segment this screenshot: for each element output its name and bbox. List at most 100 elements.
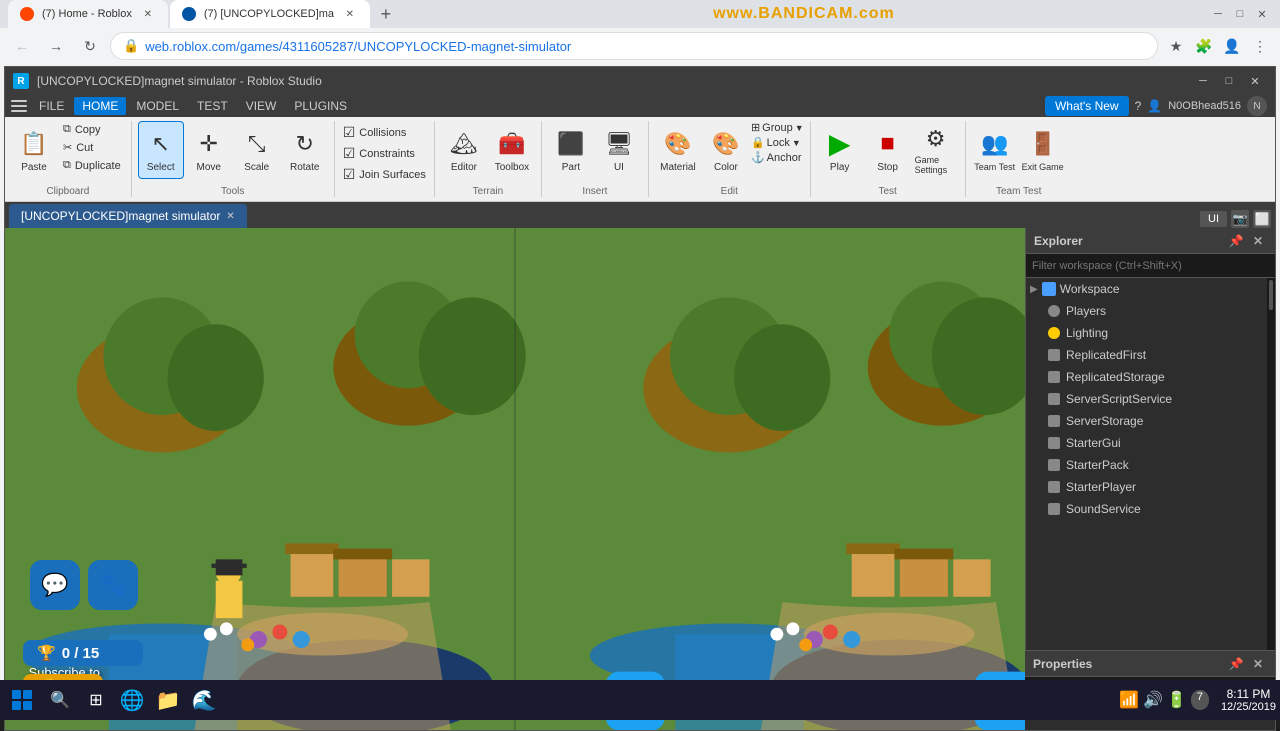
material-icon: 🎨 bbox=[662, 128, 694, 160]
tree-item-starter-pack[interactable]: StarterPack bbox=[1026, 454, 1267, 476]
account-link-icon[interactable]: 👤 bbox=[1147, 99, 1162, 113]
paste-label: Paste bbox=[21, 162, 47, 173]
rotate-button[interactable]: ↻ Rotate bbox=[282, 121, 328, 179]
browser-tab-studio[interactable]: (7) [UNCOPYLOCKED]magnet si... ✕ bbox=[170, 0, 370, 28]
studio-maximize-btn[interactable]: □ bbox=[1217, 70, 1241, 92]
color-button[interactable]: 🎨 Color bbox=[703, 121, 749, 179]
play-label: Play bbox=[830, 162, 849, 173]
anchor-button[interactable]: ⚓ Anchor bbox=[751, 151, 804, 164]
group-label: Group bbox=[762, 122, 793, 134]
tree-item-server-script-service[interactable]: ServerScriptService bbox=[1026, 388, 1267, 410]
constraints-button[interactable]: ☑ Constraints bbox=[341, 144, 428, 163]
screenshot-icon[interactable]: ⬜ bbox=[1253, 210, 1271, 228]
join-surfaces-checkbox-icon: ☑ bbox=[343, 166, 356, 183]
browser-tab-home[interactable]: (7) Home - Roblox ✕ bbox=[8, 0, 168, 28]
explorer-pin-icon[interactable]: 📌 bbox=[1227, 232, 1245, 250]
anchor-label: Anchor bbox=[767, 152, 802, 164]
menu-file[interactable]: FILE bbox=[31, 97, 72, 115]
back-button[interactable]: ← bbox=[8, 32, 36, 60]
scale-button[interactable]: ⤡ Scale bbox=[234, 121, 280, 179]
menu-home[interactable]: HOME bbox=[74, 97, 126, 115]
studio-app-icon: R bbox=[13, 73, 29, 89]
bookmark-icon[interactable]: ★ bbox=[1164, 34, 1188, 58]
maximize-button[interactable]: □ bbox=[1230, 4, 1250, 24]
taskbar-task-view[interactable]: ⊞ bbox=[80, 684, 112, 716]
camera-icon[interactable]: 📷 bbox=[1231, 210, 1249, 228]
copy-button[interactable]: ⧉ Copy bbox=[59, 121, 125, 138]
stop-icon: ⏹ bbox=[872, 128, 904, 160]
tree-item-starter-gui[interactable]: StarterGui bbox=[1026, 432, 1267, 454]
move-button[interactable]: ✛ Move bbox=[186, 121, 232, 179]
extension-icon[interactable]: 🧩 bbox=[1192, 34, 1216, 58]
part-button[interactable]: ⬛ Part bbox=[548, 121, 594, 179]
menu-test[interactable]: TEST bbox=[189, 97, 236, 115]
tree-item-starter-player[interactable]: StarterPlayer bbox=[1026, 476, 1267, 498]
team-test-section-label: Team Test bbox=[996, 184, 1041, 197]
properties-close-icon[interactable]: ✕ bbox=[1249, 655, 1267, 673]
minimize-button[interactable]: ─ bbox=[1208, 4, 1228, 24]
join-surfaces-button[interactable]: ☑ Join Surfaces bbox=[341, 165, 428, 184]
explorer-scrollbar[interactable] bbox=[1267, 278, 1275, 650]
close-button[interactable]: ✕ bbox=[1252, 4, 1272, 24]
tab-close-home[interactable]: ✕ bbox=[140, 6, 156, 22]
tree-item-players[interactable]: Players bbox=[1026, 300, 1267, 322]
tree-item-sound-service[interactable]: SoundService bbox=[1026, 498, 1267, 520]
notification-badge[interactable]: 7 bbox=[1191, 690, 1209, 710]
taskbar-search[interactable]: 🔍 bbox=[44, 684, 76, 716]
studio-minimize-btn[interactable]: ─ bbox=[1191, 70, 1215, 92]
tab-close-studio[interactable]: ✕ bbox=[342, 6, 358, 22]
menu-model[interactable]: MODEL bbox=[128, 97, 187, 115]
team-test-button[interactable]: 👥 Team Test bbox=[972, 121, 1018, 179]
whats-new-button[interactable]: What's New bbox=[1045, 96, 1129, 116]
properties-header-icons: 📌 ✕ bbox=[1227, 655, 1267, 673]
new-tab-button[interactable]: + bbox=[372, 0, 400, 28]
toolbox-button[interactable]: 🧰 Toolbox bbox=[489, 121, 535, 179]
game-viewport[interactable]: 🐦 🏪 🐦 🏪 bbox=[5, 228, 1025, 730]
duplicate-icon: ⧉ bbox=[63, 159, 71, 172]
refresh-button[interactable]: ↻ bbox=[76, 32, 104, 60]
lock-button[interactable]: 🔒 Lock ▼ bbox=[751, 136, 804, 149]
exit-game-button[interactable]: 🚪 Exit Game bbox=[1020, 121, 1066, 179]
menu-view[interactable]: VIEW bbox=[238, 97, 285, 115]
tree-item-server-storage[interactable]: ServerStorage bbox=[1026, 410, 1267, 432]
forward-button[interactable]: → bbox=[42, 32, 70, 60]
team-test-label: Team Test bbox=[974, 162, 1015, 172]
server-script-icon bbox=[1046, 391, 1062, 407]
material-button[interactable]: 🎨 Material bbox=[655, 121, 701, 179]
taskbar-chrome[interactable]: 🌐 bbox=[116, 684, 148, 716]
collisions-checkbox-icon: ☑ bbox=[343, 124, 356, 141]
explorer-close-icon[interactable]: ✕ bbox=[1249, 232, 1267, 250]
hamburger-menu[interactable] bbox=[9, 96, 29, 116]
play-button[interactable]: ▶ Play bbox=[817, 121, 863, 179]
select-button[interactable]: ↖ Select bbox=[138, 121, 184, 179]
account-icon[interactable]: 👤 bbox=[1220, 34, 1244, 58]
stop-button[interactable]: ⏹ Stop bbox=[865, 121, 911, 179]
tree-item-workspace[interactable]: ▶ Workspace bbox=[1026, 278, 1267, 300]
help-icon[interactable]: ? bbox=[1135, 99, 1142, 113]
menu-icon[interactable]: ⋮ bbox=[1248, 34, 1272, 58]
duplicate-button[interactable]: ⧉ Duplicate bbox=[59, 157, 125, 174]
properties-pin-icon[interactable]: 📌 bbox=[1227, 655, 1245, 673]
explorer-search-input[interactable] bbox=[1032, 260, 1269, 272]
studio-close-btn[interactable]: ✕ bbox=[1243, 70, 1267, 92]
cut-button[interactable]: ✂ Cut bbox=[59, 139, 125, 156]
start-button[interactable] bbox=[4, 682, 40, 718]
tree-item-replicated-storage[interactable]: ReplicatedStorage bbox=[1026, 366, 1267, 388]
tree-item-replicated-first[interactable]: ReplicatedFirst bbox=[1026, 344, 1267, 366]
taskbar-file-explorer[interactable]: 📁 bbox=[152, 684, 184, 716]
doc-tab-close[interactable]: ✕ bbox=[226, 211, 234, 222]
server-storage-icon bbox=[1046, 413, 1062, 429]
editor-button[interactable]: 🏔 Editor bbox=[441, 121, 487, 179]
address-box[interactable]: 🔒 web.roblox.com/games/4311605287/UNCOPY… bbox=[110, 32, 1158, 60]
tree-item-lighting[interactable]: Lighting bbox=[1026, 322, 1267, 344]
group-button[interactable]: ⊞ Group ▼ bbox=[751, 121, 804, 134]
ui-button[interactable]: 🖥 UI bbox=[596, 121, 642, 179]
exit-game-label: Exit Game bbox=[1022, 162, 1064, 172]
collisions-button[interactable]: ☑ Collisions bbox=[341, 123, 428, 142]
doc-tab-main[interactable]: [UNCOPYLOCKED]magnet simulator ✕ bbox=[9, 204, 247, 228]
paste-button[interactable]: 📋 Paste bbox=[11, 121, 57, 179]
menu-plugins[interactable]: PLUGINS bbox=[286, 97, 355, 115]
taskbar-edge[interactable]: 🌊 bbox=[188, 684, 220, 716]
ui-view-button[interactable]: UI bbox=[1200, 211, 1227, 227]
game-settings-button[interactable]: ⚙ Game Settings bbox=[913, 121, 959, 179]
